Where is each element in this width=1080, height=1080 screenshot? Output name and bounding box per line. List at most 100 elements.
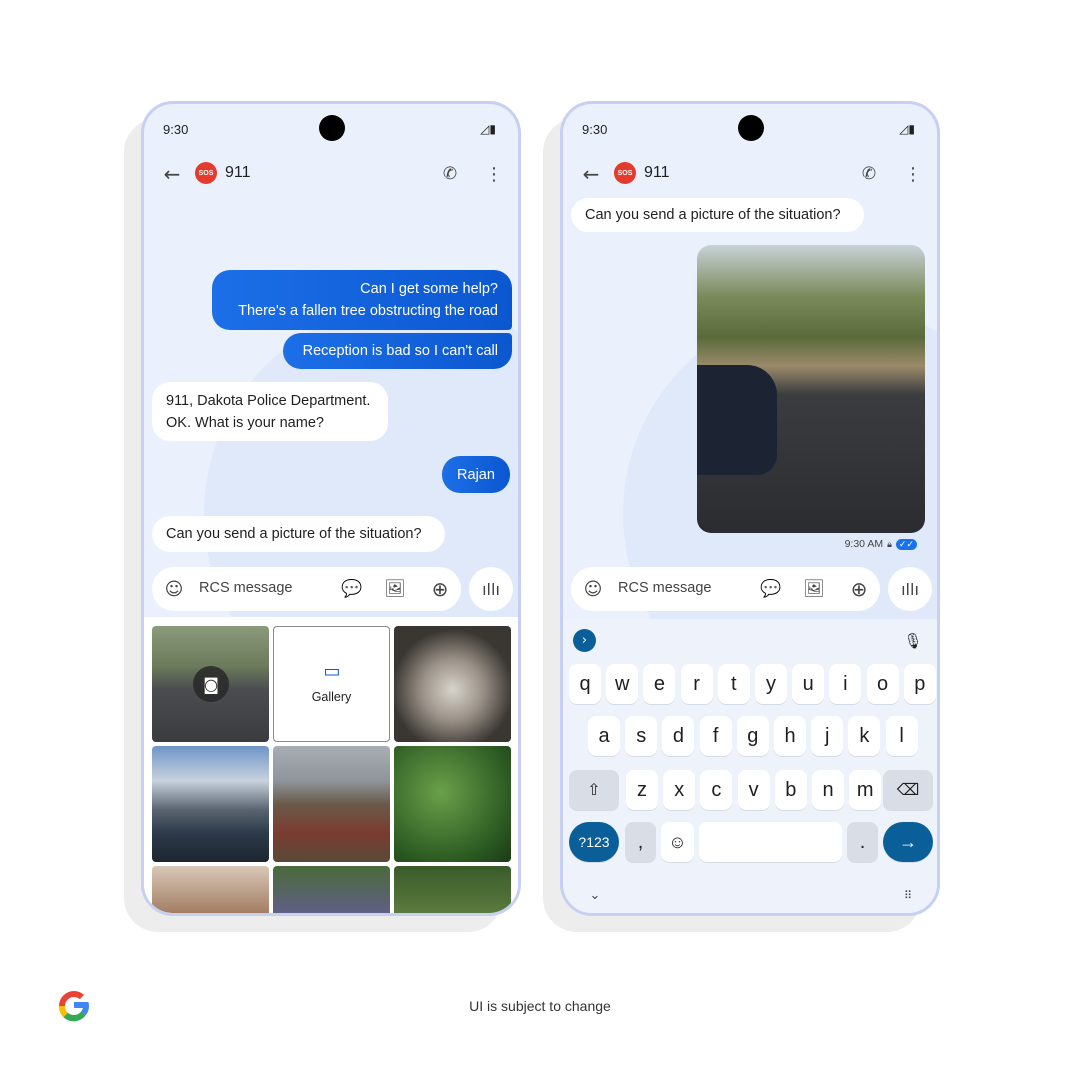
key-e[interactable]: e xyxy=(643,664,676,704)
key-s[interactable]: s xyxy=(625,716,658,756)
period-key[interactable]: . xyxy=(847,822,878,862)
message-text: OK. What is your name? xyxy=(166,414,324,431)
key-k[interactable]: k xyxy=(848,716,881,756)
read-receipt-icon: ✓✓ xyxy=(895,538,917,550)
gallery-tile[interactable]: ▭ Gallery xyxy=(273,626,390,742)
voice-waveform-icon: ıllı xyxy=(901,579,919,599)
message-input[interactable]: ☺ RCS message 💬 🖼 ⊕ xyxy=(152,567,461,611)
key-c[interactable]: c xyxy=(700,770,733,810)
add-icon[interactable]: ⊕ xyxy=(847,577,871,601)
photo-meadow[interactable] xyxy=(273,746,390,862)
back-arrow-icon[interactable]: ← xyxy=(160,162,184,186)
disclaimer-text: UI is subject to change xyxy=(469,998,611,1014)
car xyxy=(697,365,777,475)
keyboard: › 🎙︎ qwertyuiop asdfghjkl zxcvbnm ⇧ ⌫ ?123… xyxy=(563,619,937,913)
status-time: 9:30 xyxy=(582,122,608,137)
signal-battery-icon: ◿▮ xyxy=(480,122,496,136)
back-arrow-icon[interactable]: ← xyxy=(579,162,603,186)
space-key[interactable] xyxy=(699,822,842,862)
enter-key[interactable]: → xyxy=(883,822,933,862)
folder-icon: ▭ xyxy=(323,660,341,682)
key-f[interactable]: f xyxy=(699,716,732,756)
key-p[interactable]: p xyxy=(903,664,936,704)
photo-garden[interactable] xyxy=(394,866,511,913)
key-g[interactable]: g xyxy=(736,716,769,756)
hide-keyboard-icon[interactable]: ⌄ xyxy=(583,885,607,905)
key-m[interactable]: m xyxy=(849,770,882,810)
gallery-attach-icon[interactable]: 🖼 xyxy=(802,577,826,601)
emoji-key[interactable]: ☺ xyxy=(661,822,694,862)
message-text: 911, Dakota Police Department. xyxy=(166,392,371,409)
camera-icon: ◙ xyxy=(193,666,229,702)
photo-dog[interactable] xyxy=(152,866,269,913)
keyboard-switch-icon[interactable]: ⠿ xyxy=(896,885,920,905)
message-bubble-received: 911, Dakota Police Department. OK. What … xyxy=(152,382,388,441)
key-b[interactable]: b xyxy=(774,770,807,810)
phone-right: 9:30 ◿▮ ← SOS 911 ✆ ⋮ Can you send a pic… xyxy=(560,101,940,916)
key-y[interactable]: y xyxy=(755,664,787,704)
gallery-attach-icon[interactable]: 🖼 xyxy=(383,577,407,601)
message-bubble-received: Can you send a picture of the situation? xyxy=(152,516,445,552)
shift-key[interactable]: ⇧ xyxy=(569,770,619,810)
key-j[interactable]: j xyxy=(811,716,844,756)
sent-photo-fallen-tree[interactable] xyxy=(697,245,925,533)
message-bubble-sent: Reception is bad so I can't call xyxy=(283,333,512,369)
lock-icon: 🔒︎ xyxy=(887,538,892,549)
emoji-icon[interactable]: ☺ xyxy=(162,577,186,601)
key-w[interactable]: w xyxy=(606,664,639,704)
comma-key[interactable]: , xyxy=(625,822,656,862)
signal-battery-icon: ◿▮ xyxy=(899,122,915,136)
keyboard-expand-button[interactable]: › xyxy=(573,629,596,652)
phone-left: 9:30 ◿▮ ← SOS 911 ✆ ⋮ Can I get some hel… xyxy=(141,101,521,916)
voice-message-button[interactable]: ıllı xyxy=(469,567,513,611)
photo-cat[interactable] xyxy=(394,626,511,742)
more-options-icon[interactable]: ⋮ xyxy=(482,162,506,186)
key-t[interactable]: t xyxy=(717,664,750,704)
key-v[interactable]: v xyxy=(737,770,770,810)
voice-waveform-icon: ıllı xyxy=(482,579,500,599)
message-input[interactable]: ☺ RCS message 💬 🖼 ⊕ xyxy=(571,567,880,611)
camera-cutout xyxy=(738,115,764,141)
sos-avatar: SOS xyxy=(195,162,217,184)
contact-name: 911 xyxy=(225,164,251,181)
add-icon[interactable]: ⊕ xyxy=(428,577,452,601)
key-o[interactable]: o xyxy=(866,664,899,704)
keyboard-mic-icon[interactable]: 🎙︎ xyxy=(901,629,925,653)
more-options-icon[interactable]: ⋮ xyxy=(901,162,925,186)
photo-mountain-lake[interactable] xyxy=(152,746,269,862)
camera-cutout xyxy=(319,115,345,141)
key-x[interactable]: x xyxy=(663,770,696,810)
photo-leaves[interactable] xyxy=(394,746,511,862)
sos-avatar: SOS xyxy=(614,162,636,184)
message-input-placeholder: RCS message xyxy=(199,580,293,596)
message-bubble-sent: Rajan xyxy=(442,456,510,493)
magic-compose-icon[interactable]: 💬 xyxy=(340,577,364,601)
message-bubble-received: Can you send a picture of the situation? xyxy=(571,198,864,232)
voice-message-button[interactable]: ıllı xyxy=(888,567,932,611)
backspace-key[interactable]: ⌫ xyxy=(883,770,933,810)
message-text: Reception is bad so I can't call xyxy=(302,343,498,359)
key-a[interactable]: a xyxy=(588,716,620,756)
key-r[interactable]: r xyxy=(680,664,713,704)
message-text: Can you send a picture of the situation? xyxy=(585,207,841,223)
symbols-key[interactable]: ?123 xyxy=(569,822,619,862)
key-z[interactable]: z xyxy=(626,770,658,810)
emoji-icon[interactable]: ☺ xyxy=(581,577,605,601)
key-i[interactable]: i xyxy=(829,664,862,704)
magic-compose-icon[interactable]: 💬 xyxy=(759,577,783,601)
contact-name: 911 xyxy=(644,164,670,181)
key-q[interactable]: q xyxy=(569,664,601,704)
key-d[interactable]: d xyxy=(662,716,695,756)
key-h[interactable]: h xyxy=(774,716,806,756)
message-bubble-sent: Can I get some help? There's a fallen tr… xyxy=(212,270,512,330)
message-text: Can you send a picture of the situation? xyxy=(166,526,422,542)
phone-call-icon[interactable]: ✆ xyxy=(857,162,881,186)
message-text: Rajan xyxy=(457,466,495,483)
media-picker: ◙ ▭ Gallery xyxy=(144,617,518,913)
key-n[interactable]: n xyxy=(812,770,844,810)
photo-flowers[interactable] xyxy=(273,866,390,913)
key-l[interactable]: l xyxy=(885,716,918,756)
phone-call-icon[interactable]: ✆ xyxy=(438,162,462,186)
key-u[interactable]: u xyxy=(792,664,825,704)
camera-tile[interactable]: ◙ xyxy=(152,626,269,742)
